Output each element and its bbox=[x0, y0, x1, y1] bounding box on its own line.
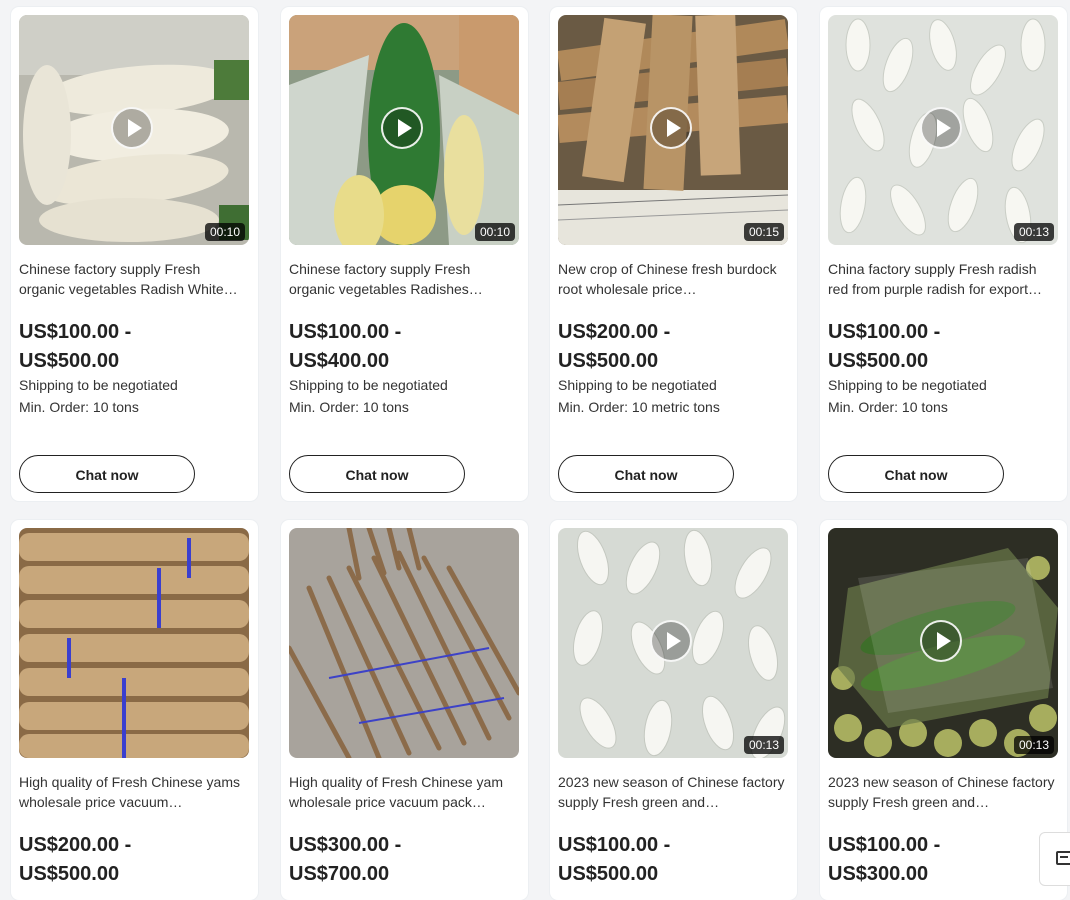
product-image[interactable]: 00:13 bbox=[828, 528, 1058, 758]
product-card[interactable]: 00:13 China factory supply Fresh radish … bbox=[820, 7, 1067, 501]
product-image[interactable]: 00:15 bbox=[558, 15, 788, 245]
price-min: US$300.00 - bbox=[289, 834, 402, 856]
chat-now-button[interactable]: Chat now bbox=[828, 455, 1004, 493]
price-max: US$300.00 bbox=[828, 863, 929, 885]
play-icon[interactable] bbox=[920, 107, 962, 149]
product-price: US$100.00 - US$300.00 bbox=[828, 831, 1058, 889]
product-price: US$200.00 - US$500.00 bbox=[558, 318, 788, 376]
product-image[interactable] bbox=[289, 528, 519, 758]
product-title[interactable]: Chinese factory supply Fresh organic veg… bbox=[19, 259, 247, 299]
shipping-info: Shipping to be negotiated bbox=[828, 377, 987, 393]
product-image[interactable]: 00:13 bbox=[558, 528, 788, 758]
play-icon[interactable] bbox=[920, 620, 962, 662]
price-min: US$100.00 - bbox=[558, 834, 671, 856]
chat-now-button[interactable]: Chat now bbox=[19, 455, 195, 493]
play-icon[interactable] bbox=[111, 107, 153, 149]
price-min: US$100.00 - bbox=[828, 321, 941, 343]
price-min: US$200.00 - bbox=[558, 321, 671, 343]
video-duration: 00:13 bbox=[1013, 223, 1054, 241]
product-card[interactable]: 00:13 2023 new season of Chinese factory… bbox=[550, 520, 797, 900]
product-card[interactable]: 00:15 New crop of Chinese fresh burdock … bbox=[550, 7, 797, 501]
product-image[interactable] bbox=[19, 528, 249, 758]
product-title[interactable]: High quality of Fresh Chinese yams whole… bbox=[19, 772, 247, 812]
product-title[interactable]: High quality of Fresh Chinese yam wholes… bbox=[289, 772, 517, 812]
message-icon bbox=[1056, 851, 1070, 865]
product-title[interactable]: New crop of Chinese fresh burdock root w… bbox=[558, 259, 786, 299]
shipping-info: Shipping to be negotiated bbox=[289, 377, 448, 393]
video-duration: 00:13 bbox=[1013, 736, 1054, 754]
chat-now-button[interactable]: Chat now bbox=[289, 455, 465, 493]
shipping-info: Shipping to be negotiated bbox=[558, 377, 717, 393]
play-icon[interactable] bbox=[650, 620, 692, 662]
price-max: US$500.00 bbox=[558, 863, 659, 885]
price-max: US$500.00 bbox=[19, 350, 120, 372]
product-price: US$200.00 - US$500.00 bbox=[19, 831, 249, 889]
video-duration: 00:13 bbox=[743, 736, 784, 754]
price-max: US$500.00 bbox=[828, 350, 929, 372]
price-min: US$200.00 - bbox=[19, 834, 132, 856]
chat-now-button[interactable]: Chat now bbox=[558, 455, 734, 493]
play-icon[interactable] bbox=[650, 107, 692, 149]
price-min: US$100.00 - bbox=[19, 321, 132, 343]
price-max: US$500.00 bbox=[19, 863, 120, 885]
messenger-button[interactable] bbox=[1039, 832, 1070, 886]
product-title[interactable]: 2023 new season of Chinese factory suppl… bbox=[828, 772, 1056, 812]
min-order: Min. Order: 10 metric tons bbox=[558, 399, 720, 415]
price-min: US$100.00 - bbox=[289, 321, 402, 343]
play-icon[interactable] bbox=[381, 107, 423, 149]
min-order: Min. Order: 10 tons bbox=[289, 399, 409, 415]
video-duration: 00:10 bbox=[204, 223, 245, 241]
yam-bundle-photo bbox=[19, 528, 249, 758]
product-price: US$100.00 - US$400.00 bbox=[289, 318, 519, 376]
product-card[interactable]: 00:10 Chinese factory supply Fresh organ… bbox=[281, 7, 528, 501]
shipping-info: Shipping to be negotiated bbox=[19, 377, 178, 393]
product-image[interactable]: 00:10 bbox=[19, 15, 249, 245]
min-order: Min. Order: 10 tons bbox=[828, 399, 948, 415]
product-card[interactable]: High quality of Fresh Chinese yam wholes… bbox=[281, 520, 528, 900]
product-price: US$100.00 - US$500.00 bbox=[828, 318, 1058, 376]
video-duration: 00:15 bbox=[743, 223, 784, 241]
yam-pile-photo bbox=[289, 528, 519, 758]
product-title[interactable]: China factory supply Fresh radish red fr… bbox=[828, 259, 1056, 299]
product-price: US$100.00 - US$500.00 bbox=[558, 831, 788, 889]
product-title[interactable]: Chinese factory supply Fresh organic veg… bbox=[289, 259, 517, 299]
product-card[interactable]: 00:13 2023 new season of Chinese factory… bbox=[820, 520, 1067, 900]
price-max: US$700.00 bbox=[289, 863, 390, 885]
price-min: US$100.00 - bbox=[828, 834, 941, 856]
product-card[interactable]: High quality of Fresh Chinese yams whole… bbox=[11, 520, 258, 900]
video-duration: 00:10 bbox=[474, 223, 515, 241]
product-card[interactable]: 00:10 Chinese factory supply Fresh organ… bbox=[11, 7, 258, 501]
price-max: US$500.00 bbox=[558, 350, 659, 372]
product-title[interactable]: 2023 new season of Chinese factory suppl… bbox=[558, 772, 786, 812]
product-image[interactable]: 00:13 bbox=[828, 15, 1058, 245]
product-image[interactable]: 00:10 bbox=[289, 15, 519, 245]
min-order: Min. Order: 10 tons bbox=[19, 399, 139, 415]
product-grid: 00:10 Chinese factory supply Fresh organ… bbox=[0, 0, 1070, 900]
price-max: US$400.00 bbox=[289, 350, 390, 372]
product-price: US$100.00 - US$500.00 bbox=[19, 318, 249, 376]
product-price: US$300.00 - US$700.00 bbox=[289, 831, 519, 889]
